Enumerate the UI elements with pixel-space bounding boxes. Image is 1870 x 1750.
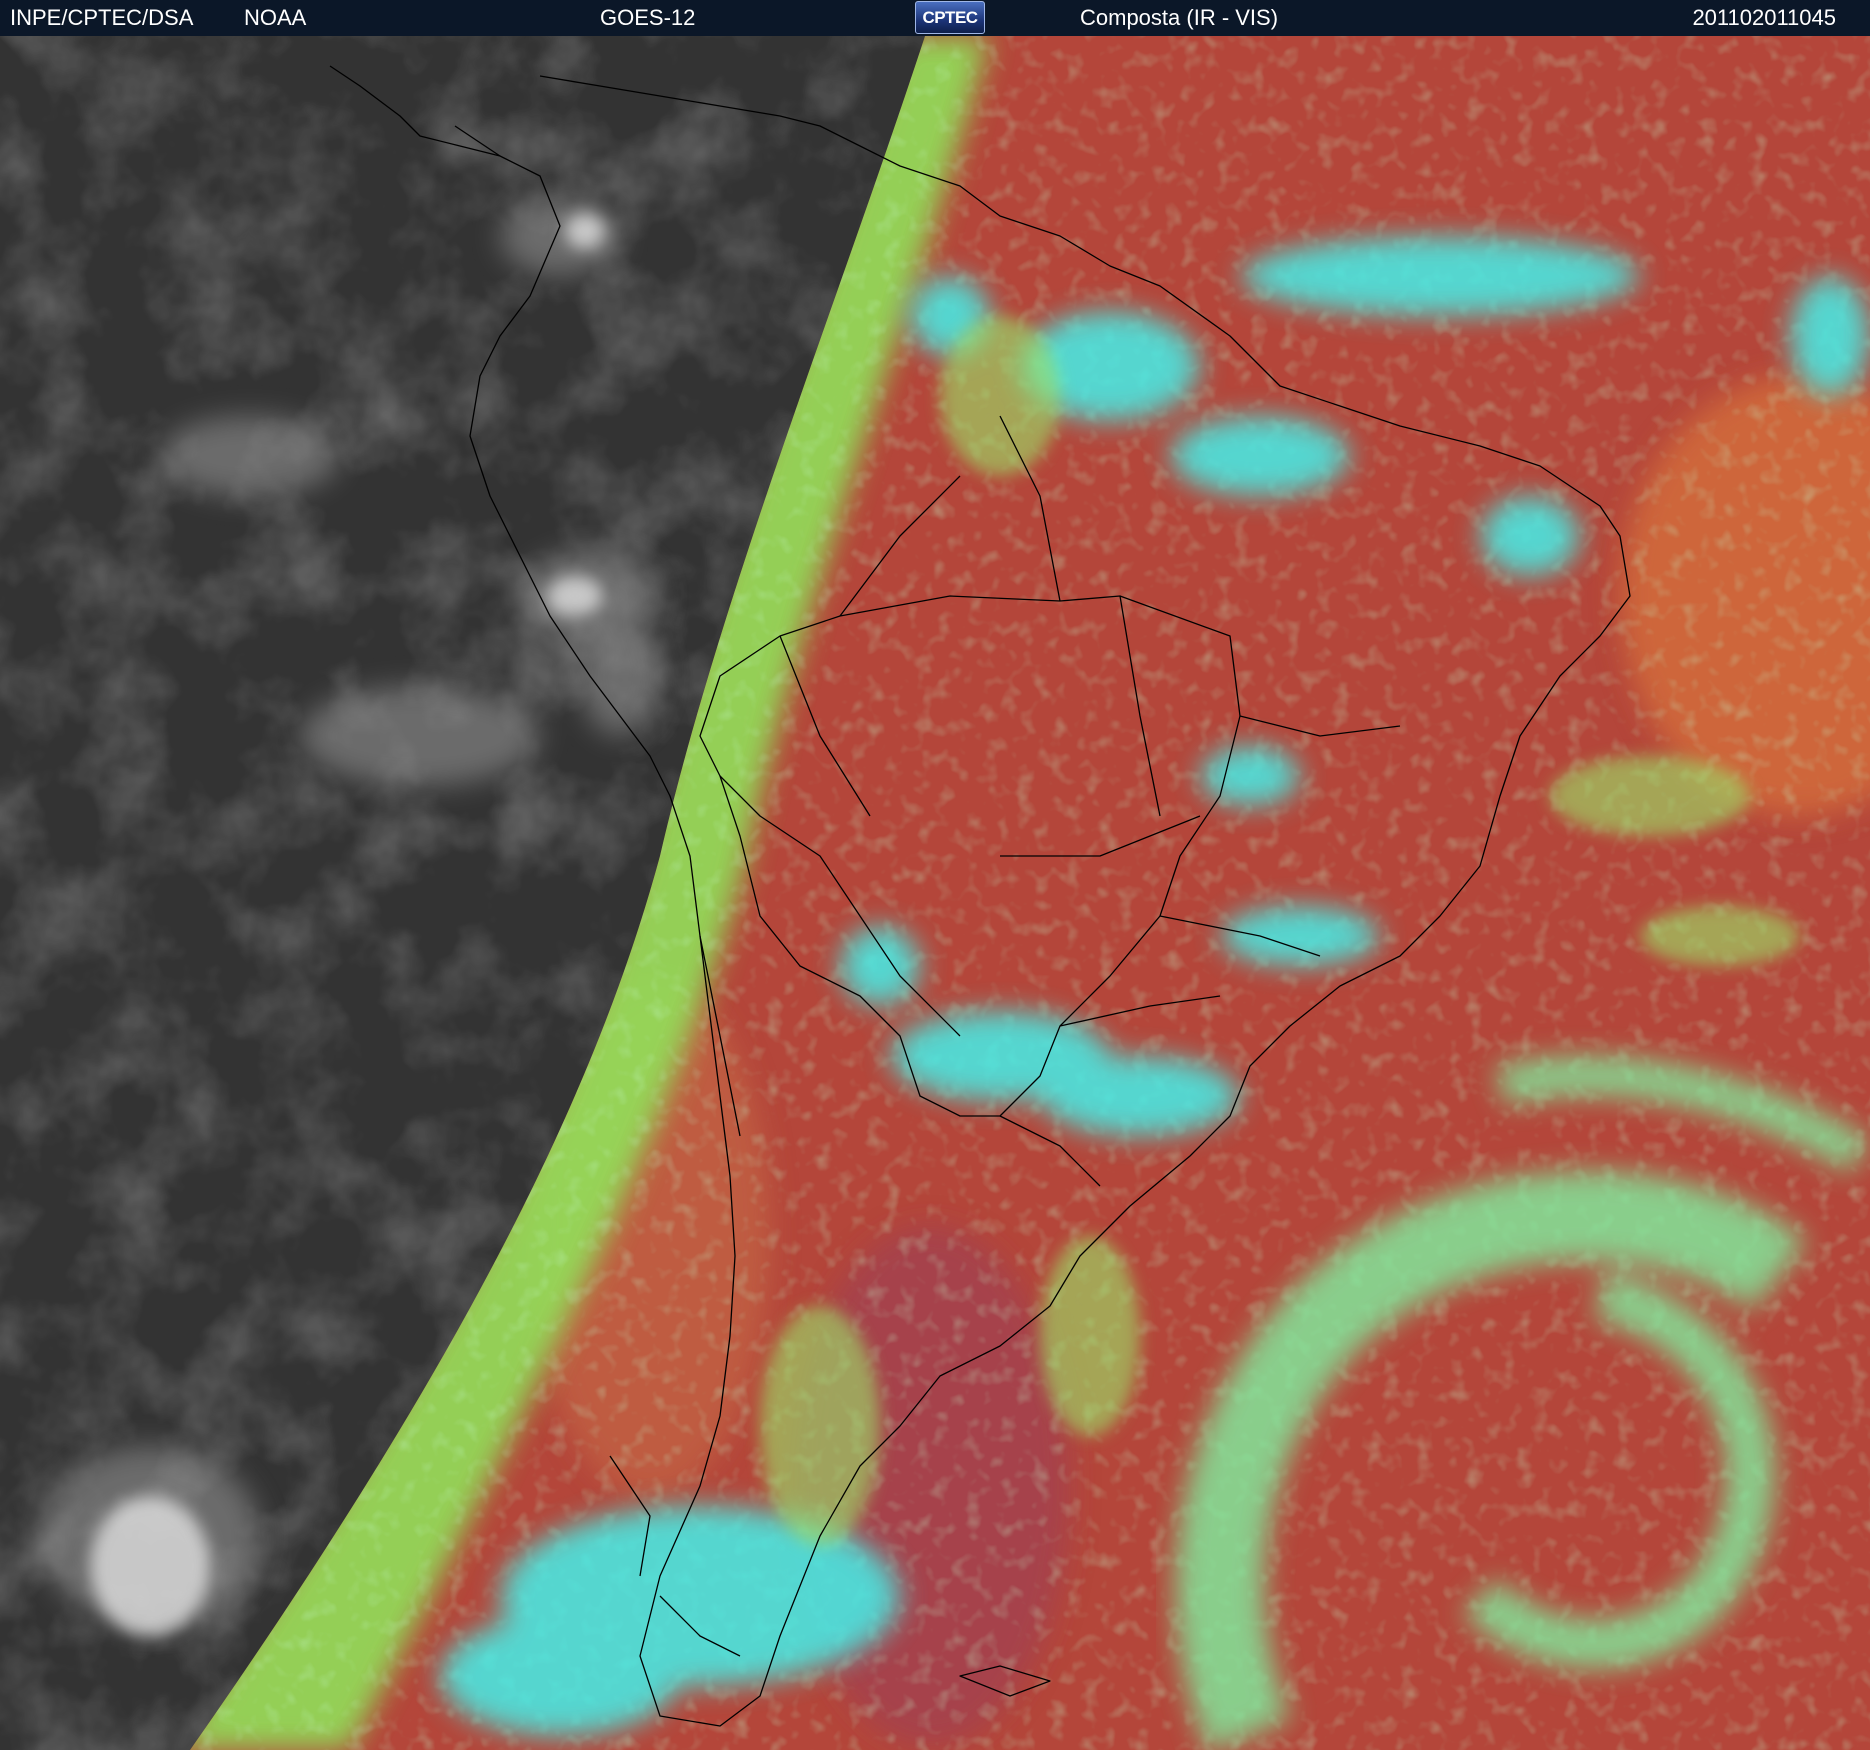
satellite-image-frame: INPE/CPTEC/DSA NOAA GOES-12 CPTEC Compos… [0, 0, 1870, 1750]
image-header-bar: INPE/CPTEC/DSA NOAA GOES-12 CPTEC Compos… [0, 0, 1870, 37]
logo-text: CPTEC [922, 7, 978, 27]
timestamp-label: 201102011045 [1692, 5, 1836, 30]
organization-label: INPE/CPTEC/DSA [10, 5, 194, 30]
cptec-logo: CPTEC [915, 1, 985, 34]
product-label: Composta (IR - VIS) [1080, 5, 1279, 30]
satellite-composite-image [0, 36, 1870, 1750]
satellite-label: GOES-12 [600, 5, 696, 30]
agency-label: NOAA [244, 5, 307, 30]
